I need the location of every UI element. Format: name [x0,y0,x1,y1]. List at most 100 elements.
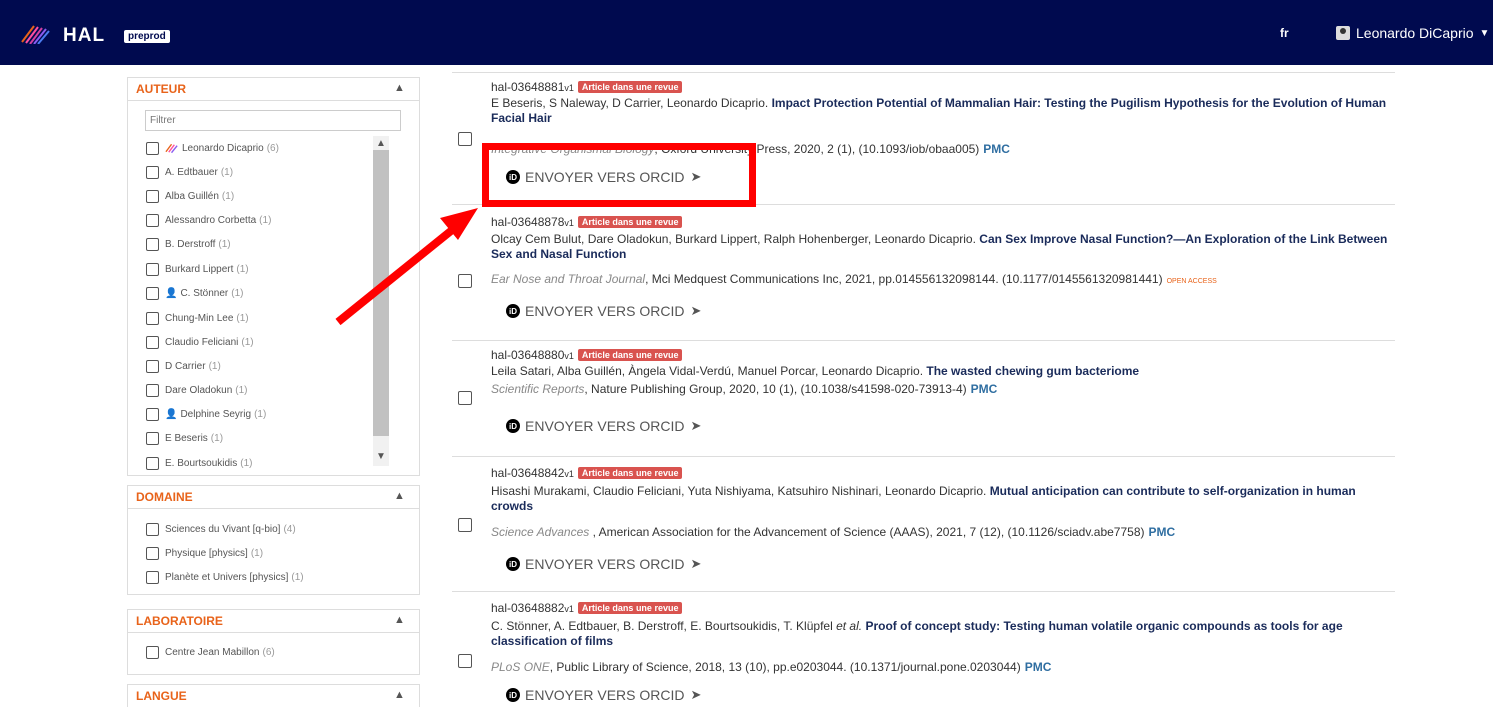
facet-title-label: LABORATOIRE [136,614,223,628]
facet-item[interactable]: 👤 Delphine Seyrig (1) [146,406,266,422]
user-avatar-icon [1336,26,1350,40]
doi-link[interactable]: (10.1177/0145561320981441) [1002,272,1163,286]
result-checkbox[interactable] [458,654,472,668]
chevron-up-icon[interactable]: ▲ [394,490,405,502]
facet-item[interactable]: B. Derstroff (1) [146,236,231,252]
result-checkbox[interactable] [458,132,472,146]
annotation-highlight-box [482,143,756,207]
citation: E Beseris, S Naleway, D Carrier, Leonard… [491,96,1387,125]
facet-item[interactable]: Chung-Min Lee (1) [146,310,249,326]
journal-line: PLoS ONE, Public Library of Science, 201… [491,660,1052,674]
pmc-link[interactable]: PMC [983,142,1010,156]
checkbox[interactable] [146,546,159,560]
hal-id[interactable]: hal-03648878v1 Article dans une revue [491,215,683,229]
facet-item[interactable]: Leonardo Dicaprio (6) [146,140,279,156]
checkbox[interactable] [146,522,159,536]
chevron-up-icon[interactable]: ▲ [394,689,405,701]
result-checkbox[interactable] [458,274,472,288]
scrollbar-thumb[interactable] [373,150,389,436]
facet-item[interactable]: 👤 C. Stönner (1) [146,285,244,301]
chevron-up-icon[interactable]: ▲ [394,614,405,626]
facet-item[interactable]: Alba Guillén (1) [146,188,234,204]
scroll-up-icon[interactable]: ▲ [376,138,386,149]
paper-plane-icon: ➤ [690,418,702,433]
pmc-link[interactable]: PMC [971,382,998,396]
paper-plane-icon: ➤ [690,556,702,571]
facet-title[interactable]: DOMAINE ▲ [128,486,419,509]
orcid-icon: iD [506,419,520,433]
send-to-orcid-button[interactable]: iD ENVOYER VERS ORCID ➤ [506,417,701,435]
facet-item[interactable]: Alessandro Corbetta (1) [146,212,271,228]
scroll-down-icon[interactable]: ▼ [376,451,386,462]
language-switch[interactable]: fr [1280,26,1289,40]
facet-title-label: DOMAINE [136,490,193,504]
hal-id[interactable]: hal-03648880v1 Article dans une revue [491,348,683,362]
checkbox[interactable] [146,431,159,445]
hal-logo-text[interactable]: HAL [63,25,105,47]
facet-item[interactable]: Centre Jean Mabillon (6) [146,644,275,660]
checkbox[interactable] [146,311,159,325]
orcid-icon: iD [506,688,520,702]
author-filter-input[interactable] [145,110,401,131]
checkbox[interactable] [146,262,159,276]
facet-item[interactable]: Physique [physics] (1) [146,545,263,561]
checkbox[interactable] [146,359,159,373]
checkbox[interactable] [146,570,159,584]
checkbox[interactable] [146,456,159,470]
checkbox[interactable] [146,165,159,179]
result-title[interactable]: The wasted chewing gum bacteriome [926,364,1139,378]
facet-title[interactable]: LANGUE ▲ [128,685,419,707]
checkbox[interactable] [146,189,159,203]
checkbox[interactable] [146,237,159,251]
citation: Hisashi Murakami, Claudio Feliciani, Yut… [491,484,1356,513]
checkbox[interactable] [146,383,159,397]
user-name: Leonardo DiCaprio [1356,25,1474,41]
doi-link[interactable]: (10.1126/sciadv.abe7758) [1008,525,1145,539]
facet-title[interactable]: AUTEUR ▲ [128,78,419,101]
checkbox[interactable] [146,141,159,155]
user-menu[interactable]: Leonardo DiCaprio ▼ [1336,25,1489,41]
send-to-orcid-button[interactable]: iD ENVOYER VERS ORCID ➤ [506,555,701,573]
facet-item[interactable]: E. Bourtsoukidis (1) [146,455,253,471]
facet-item[interactable]: Burkard Lippert (1) [146,261,249,277]
facet-title-label: AUTEUR [136,82,186,96]
doi-link[interactable]: (10.1093/iob/obaa005) [859,142,980,156]
hal-logo-icon[interactable] [20,24,50,44]
facet-item[interactable]: Planète et Univers [physics] (1) [146,569,304,585]
pmc-link[interactable]: PMC [1149,525,1176,539]
facet-title[interactable]: LABORATOIRE ▲ [128,610,419,633]
env-badge: preprod [124,30,170,43]
facet-laboratoire: LABORATOIRE ▲ Centre Jean Mabillon (6) [127,609,420,675]
result-item: hal-03648882v1 Article dans une revue C. … [452,591,1395,704]
facet-item[interactable]: Dare Oladokun (1) [146,382,248,398]
checkbox[interactable] [146,335,159,349]
hal-id[interactable]: hal-03648882v1 Article dans une revue [491,601,683,615]
facet-item[interactable]: Sciences du Vivant [q-bio] (4) [146,521,296,537]
checkbox[interactable] [146,213,159,227]
checkbox[interactable] [146,407,159,421]
doi-link[interactable]: (10.1371/journal.pone.0203044) [850,660,1021,674]
facet-item[interactable]: Claudio Feliciani (1) [146,334,254,350]
orcid-icon: iD [506,304,520,318]
checkbox[interactable] [146,286,159,300]
type-badge: Article dans une revue [577,216,683,228]
type-badge: Article dans une revue [577,467,683,479]
journal-line: Science Advances , American Association … [491,525,1176,539]
facet-item[interactable]: E Beseris (1) [146,430,223,446]
pmc-link[interactable]: PMC [1025,660,1052,674]
result-checkbox[interactable] [458,391,472,405]
send-to-orcid-button[interactable]: iD ENVOYER VERS ORCID ➤ [506,686,701,704]
doi-link[interactable]: (10.1038/s41598-020-73913-4) [801,382,967,396]
result-checkbox[interactable] [458,518,472,532]
top-navbar: HAL preprod fr Leonardo DiCaprio ▼ [0,0,1493,65]
chevron-up-icon[interactable]: ▲ [394,82,405,94]
type-badge: Article dans une revue [577,81,683,93]
hal-id[interactable]: hal-03648842v1 Article dans une revue [491,466,683,480]
send-to-orcid-button[interactable]: iD ENVOYER VERS ORCID ➤ [506,302,701,320]
facet-item[interactable]: D Carrier (1) [146,358,221,374]
facet-item[interactable]: A. Edtbauer (1) [146,164,233,180]
checkbox[interactable] [146,645,159,659]
person-icon: 👤 [165,408,178,420]
hal-id[interactable]: hal-03648881v1 Article dans une revue [491,80,683,94]
result-item: hal-03648842v1 Article dans une revue His… [452,456,1395,592]
